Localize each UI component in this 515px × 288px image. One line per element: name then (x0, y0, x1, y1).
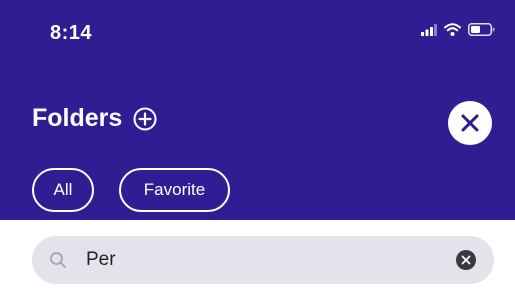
status-time: 8:14 (50, 22, 93, 44)
search-field[interactable]: Per (32, 236, 494, 284)
title-row: Folders (32, 104, 158, 133)
folders-screen: 8:14 Folders All Favorite Per (0, 0, 515, 288)
clear-icon (461, 255, 471, 265)
battery-icon (468, 23, 495, 41)
page-title: Folders (32, 104, 123, 132)
wifi-icon (444, 23, 461, 41)
status-icons (421, 23, 495, 41)
plus-circle-icon (133, 107, 157, 130)
status-bar: 8:14 (0, 0, 515, 60)
filter-chip-all[interactable]: All (32, 168, 94, 212)
add-folder-button[interactable] (132, 106, 158, 132)
close-button[interactable] (448, 101, 492, 145)
filter-chip-favorite[interactable]: Favorite (119, 168, 230, 212)
search-input[interactable]: Per (86, 249, 116, 271)
search-icon (50, 252, 66, 268)
signal-icon (421, 23, 437, 41)
header: 8:14 Folders All Favorite (0, 0, 515, 220)
clear-search-button[interactable] (456, 250, 476, 270)
close-icon (461, 114, 479, 132)
